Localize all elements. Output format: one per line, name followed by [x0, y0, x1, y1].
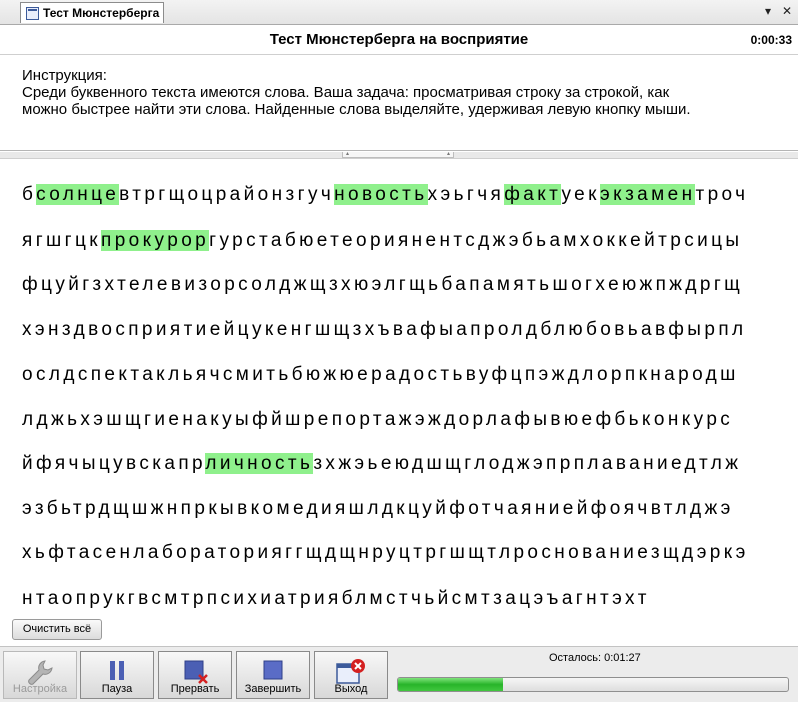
tab-bar: Тест Мюнстерберга ▾ ✕	[0, 0, 798, 25]
exit-button[interactable]: Выход	[314, 651, 388, 699]
letter-row[interactable]: хьфтасенлабораторияггщдщнруцтргшщтлросно…	[22, 541, 749, 565]
letter-sequence[interactable]: йфячыцувскапр	[22, 453, 205, 474]
letter-sequence[interactable]: хэьгчя	[428, 184, 505, 205]
letter-row[interactable]: бсолнцевтргщоцрайонзгучновостьхэьгчяфакт…	[22, 183, 748, 207]
stop-icon	[263, 660, 283, 680]
remaining-time: Осталось: 0:01:27	[549, 652, 641, 664]
letter-sequence[interactable]: нтаопрукгвсмтрпсихиатрияблмстчьйсмтзацэъ…	[22, 588, 650, 609]
progress-bar	[397, 677, 789, 692]
letter-sequence[interactable]: эзбьтрдщшжнпркывкомедияшлдкцуйфотчаянией…	[22, 498, 734, 519]
letter-sequence[interactable]: уек	[561, 184, 600, 205]
splitter-arrow-icon: ▴	[446, 151, 450, 157]
letter-row[interactable]: эзбьтрдщшжнпркывкомедияшлдкцуйфотчаянией…	[22, 497, 734, 521]
dropdown-icon[interactable]: ▾	[765, 4, 771, 18]
finish-button[interactable]: Завершить	[236, 651, 310, 699]
highlighted-word[interactable]: факт	[504, 184, 562, 205]
highlighted-word[interactable]: экзамен	[600, 184, 696, 205]
letter-row[interactable]: фцуйгзхтелевизорсолджщзхюэлгщьбапамятьшо…	[22, 273, 743, 297]
letter-row[interactable]: ослдспектакльячсмитьбюжюерадостьвуфцпэжд…	[22, 363, 739, 387]
splitter-grip[interactable]: ▴ ▴	[342, 151, 454, 158]
tab-test[interactable]: Тест Мюнстерберга	[20, 2, 164, 23]
header: Тест Мюнстерберга на восприятие 0:00:33	[0, 24, 798, 55]
highlighted-word[interactable]: личность	[205, 453, 314, 474]
letter-sequence[interactable]: хьфтасенлабораторияггщдщнруцтргшщтлросно…	[22, 542, 749, 563]
letter-sequence[interactable]: фцуйгзхтелевизорсолджщзхюэлгщьбапамятьшо…	[22, 274, 743, 295]
letter-sequence[interactable]: втргщоцрайонзгуч	[119, 184, 334, 205]
abort-icon	[184, 660, 208, 684]
letter-row[interactable]: лджьхэшщгиенакуыфйшрепортажэждорлафывюеф…	[22, 408, 733, 432]
abort-label: Прервать	[170, 683, 220, 695]
highlighted-word[interactable]: прокурор	[101, 230, 210, 251]
letter-sequence[interactable]: троч	[695, 184, 748, 205]
instructions-line: можно быстрее найти эти слова. Найденные…	[22, 101, 691, 118]
progress-fill	[398, 678, 504, 691]
letter-row[interactable]: хэнздвосприятиейцукенгшщзхъвафыапролдблю…	[22, 318, 747, 342]
window-icon	[26, 7, 39, 20]
pause-label: Пауза	[101, 683, 133, 695]
highlighted-word[interactable]: новость	[334, 184, 428, 205]
page-title: Тест Мюнстерберга на восприятие	[269, 31, 529, 48]
abort-button[interactable]: Прервать	[158, 651, 232, 699]
highlighted-word[interactable]: солнце	[36, 184, 120, 205]
pause-icon	[110, 661, 124, 680]
settings-button[interactable]: Настройка	[3, 651, 77, 699]
clear-all-button[interactable]: Очистить всё	[12, 619, 102, 640]
letter-row[interactable]: йфячыцувскапрличностьзхжэьеюдшщглоджэпрп…	[22, 452, 741, 476]
letter-sequence[interactable]: гурстабюетеориянентсджэбьамхоккейтрсицы	[209, 230, 742, 251]
splitter[interactable]: ▴ ▴	[0, 151, 798, 159]
tab-label: Тест Мюнстерберга	[43, 6, 160, 20]
finish-label: Завершить	[244, 683, 302, 695]
exit-label: Выход	[334, 683, 368, 695]
toolbar: Настройка Пауза Прервать Завершить Выход	[0, 646, 798, 702]
letter-sequence[interactable]: ягшгцк	[22, 230, 101, 251]
settings-label: Настройка	[12, 683, 68, 695]
splitter-arrow-icon: ▴	[346, 151, 350, 157]
letter-sequence[interactable]: б	[22, 184, 36, 205]
instructions-line: Среди буквенного текста имеются слова. В…	[22, 84, 670, 101]
letter-row[interactable]: нтаопрукгвсмтрпсихиатрияблмстчьйсмтзацэъ…	[22, 587, 650, 611]
elapsed-timer: 0:00:33	[750, 33, 792, 47]
pause-button[interactable]: Пауза	[80, 651, 154, 699]
instructions-panel: Инструкция: Среди буквенного текста имею…	[0, 55, 798, 151]
letter-sequence[interactable]: лджьхэшщгиенакуыфйшрепортажэждорлафывюеф…	[22, 409, 733, 430]
close-icon[interactable]: ✕	[782, 4, 792, 18]
instructions-heading: Инструкция:	[22, 67, 107, 84]
letter-row[interactable]: ягшгцкпрокуроргурстабюетеориянентсджэбьа…	[22, 229, 742, 253]
letter-sequence[interactable]: зхжэьеюдшщглоджэпрплаваниедтлж	[313, 453, 741, 474]
letter-sequence[interactable]: хэнздвосприятиейцукенгшщзхъвафыапролдблю…	[22, 319, 747, 340]
letter-sequence[interactable]: ослдспектакльячсмитьбюжюерадостьвуфцпэжд…	[22, 364, 739, 385]
